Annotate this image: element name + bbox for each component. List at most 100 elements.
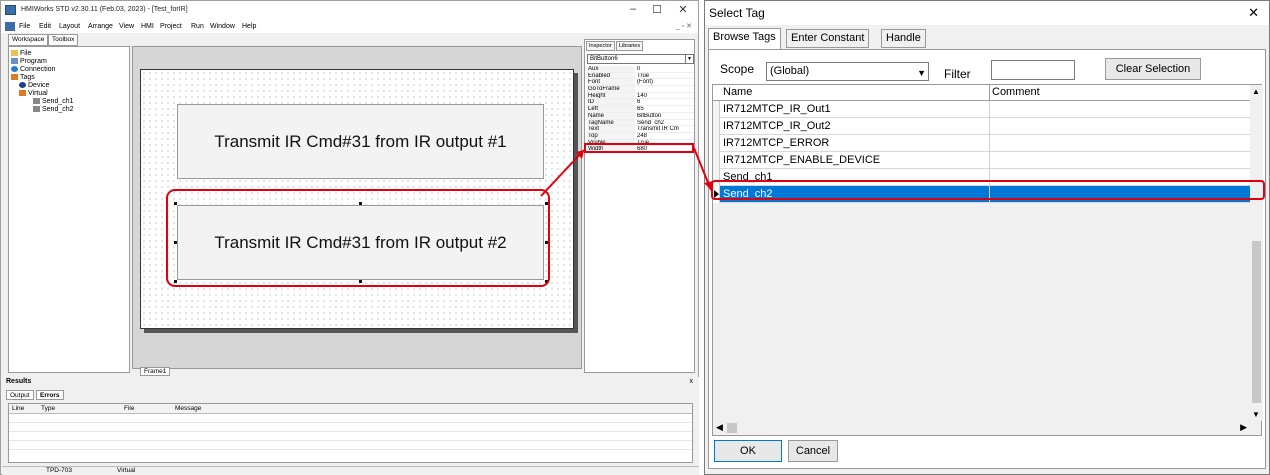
- cancel-button[interactable]: Cancel: [788, 440, 838, 462]
- scroll-left-icon[interactable]: ◀: [716, 422, 723, 433]
- menu-file[interactable]: File: [19, 23, 30, 30]
- menu-hmi[interactable]: HMI: [141, 23, 154, 30]
- ok-button[interactable]: OK: [714, 440, 782, 462]
- scope-select[interactable]: (Global) ▼: [766, 62, 929, 81]
- row-header[interactable]: [713, 152, 720, 169]
- tree-item-device[interactable]: Device: [19, 82, 49, 90]
- tree-item-tags[interactable]: Tags: [11, 74, 35, 82]
- tab-output[interactable]: Output: [6, 390, 34, 400]
- property-key: ID: [587, 99, 635, 106]
- tab-browse-tags[interactable]: Browse Tags: [708, 28, 781, 49]
- tab-errors[interactable]: Errors: [36, 390, 64, 400]
- tree-item-connection[interactable]: Connection: [11, 66, 55, 74]
- window-title: HMIWorks STD v2.30.11 (Feb.03, 2023) - […: [21, 6, 188, 13]
- minimize-button[interactable]: –: [623, 3, 643, 15]
- property-value[interactable]: 248: [635, 133, 694, 139]
- menu-layout[interactable]: Layout: [59, 23, 80, 30]
- col-comment[interactable]: Comment: [992, 86, 1040, 98]
- property-row[interactable]: Font (Font): [587, 79, 694, 87]
- select-tag-dialog: Select Tag ✕ Browse Tags Enter Constant …: [704, 0, 1270, 475]
- close-icon[interactable]: x: [690, 378, 694, 385]
- col-file[interactable]: File: [124, 405, 134, 412]
- property-row[interactable]: Text Transmit IR Cm: [587, 126, 694, 133]
- column-divider[interactable]: [989, 85, 990, 100]
- device-icon: [19, 82, 26, 88]
- filter-input[interactable]: [991, 60, 1075, 80]
- object-selector[interactable]: BitButton6 ▼: [587, 54, 694, 64]
- property-value[interactable]: 6: [635, 99, 694, 105]
- property-value[interactable]: [635, 86, 694, 92]
- tab-enter-constant[interactable]: Enter Constant: [786, 29, 870, 48]
- menu-run[interactable]: Run: [191, 23, 204, 30]
- scroll-down-icon[interactable]: ▼: [1252, 410, 1260, 419]
- title-bar: HMIWorks STD v2.30.11 (Feb.03, 2023) - […: [1, 1, 698, 20]
- property-row[interactable]: Top 248: [587, 132, 694, 140]
- property-row[interactable]: Aux 0: [587, 66, 694, 73]
- menu-view[interactable]: View: [119, 23, 134, 30]
- property-value[interactable]: 65: [635, 106, 694, 112]
- maximize-button[interactable]: ☐: [647, 3, 667, 16]
- col-type[interactable]: Type: [41, 405, 55, 412]
- mdi-controls[interactable]: _ ▫ ✕: [676, 22, 692, 30]
- dialog-title-bar: Select Tag ✕: [705, 1, 1269, 25]
- property-value[interactable]: True: [635, 73, 694, 79]
- property-row[interactable]: GoToFrame: [587, 86, 694, 93]
- property-value[interactable]: 0: [635, 66, 694, 72]
- clear-selection-button[interactable]: Clear Selection: [1105, 58, 1201, 80]
- property-row[interactable]: Height 140: [587, 92, 694, 100]
- menu-arrange[interactable]: Arrange: [88, 23, 113, 30]
- tag-row[interactable]: IR712MTCP_IR_Out2: [713, 118, 1250, 135]
- tab-libraries[interactable]: Libraries: [616, 41, 644, 51]
- row-header[interactable]: [713, 135, 720, 152]
- tab-inspector[interactable]: Inspector: [586, 41, 615, 51]
- scroll-thumb[interactable]: [727, 423, 737, 433]
- property-row[interactable]: Name BitButton: [587, 112, 694, 120]
- row-header[interactable]: [713, 101, 720, 118]
- errors-header: Line Type File Message: [9, 404, 692, 414]
- dialog-title: Select Tag: [709, 6, 765, 20]
- results-panel: Results x Output Errors Line Type File M…: [2, 377, 699, 466]
- tab-workspace[interactable]: Workspace: [8, 34, 49, 46]
- horizontal-scrollbar[interactable]: ◀ ▶: [713, 421, 1250, 435]
- col-name[interactable]: Name: [723, 86, 752, 98]
- property-value[interactable]: (Font): [635, 79, 694, 85]
- scroll-thumb[interactable]: [1252, 241, 1261, 403]
- tab-frame1[interactable]: Frame1: [140, 367, 171, 376]
- col-line[interactable]: Line: [12, 405, 24, 412]
- scroll-right-icon[interactable]: ▶: [1240, 422, 1247, 433]
- property-value[interactable]: Send_ch2: [635, 120, 694, 126]
- menu-edit[interactable]: Edit: [39, 23, 51, 30]
- tab-handle[interactable]: Handle: [881, 29, 926, 48]
- col-message[interactable]: Message: [175, 405, 201, 412]
- vertical-scrollbar[interactable]: ▲ ▼: [1250, 85, 1263, 421]
- menu-window[interactable]: Window: [210, 23, 235, 30]
- property-row[interactable]: Enabled True: [587, 72, 694, 80]
- bitbutton-ir-output-1[interactable]: Transmit IR Cmd#31 from IR output #1: [177, 104, 544, 179]
- property-row[interactable]: TagName Send_ch2: [587, 119, 694, 127]
- property-row[interactable]: ID 6: [587, 99, 694, 107]
- tag-row[interactable]: IR712MTCP_ENABLE_DEVICE: [713, 152, 1250, 169]
- property-row[interactable]: Left 65: [587, 106, 694, 113]
- close-icon[interactable]: ✕: [1248, 5, 1259, 21]
- property-value[interactable]: Transmit IR Cm: [635, 126, 694, 132]
- scroll-up-icon[interactable]: ▲: [1252, 87, 1260, 96]
- tree-item-send-ch1[interactable]: Send_ch1: [33, 98, 74, 106]
- menu-help[interactable]: Help: [242, 23, 256, 30]
- property-value[interactable]: 140: [635, 93, 694, 99]
- tree-item-send-ch2[interactable]: Send_ch2: [33, 106, 74, 114]
- property-value[interactable]: BitButton: [635, 113, 694, 119]
- tag-row[interactable]: IR712MTCP_ERROR: [713, 135, 1250, 152]
- tag-row[interactable]: IR712MTCP_IR_Out1: [713, 101, 1250, 118]
- tree-item-virtual[interactable]: Virtual: [19, 90, 48, 98]
- close-button[interactable]: ✕: [673, 3, 693, 16]
- menu-project[interactable]: Project: [160, 23, 182, 30]
- results-title: Results: [6, 378, 32, 385]
- tree-item-file[interactable]: File: [11, 50, 31, 58]
- annotation-highlight-button: [166, 189, 550, 287]
- row-header[interactable]: [713, 118, 720, 135]
- program-icon: [11, 58, 18, 64]
- tree-item-program[interactable]: Program: [11, 58, 47, 66]
- status-mode: Virtual: [117, 467, 136, 474]
- scope-label: Scope: [720, 62, 755, 76]
- tab-toolbox[interactable]: Toolbox: [48, 34, 79, 46]
